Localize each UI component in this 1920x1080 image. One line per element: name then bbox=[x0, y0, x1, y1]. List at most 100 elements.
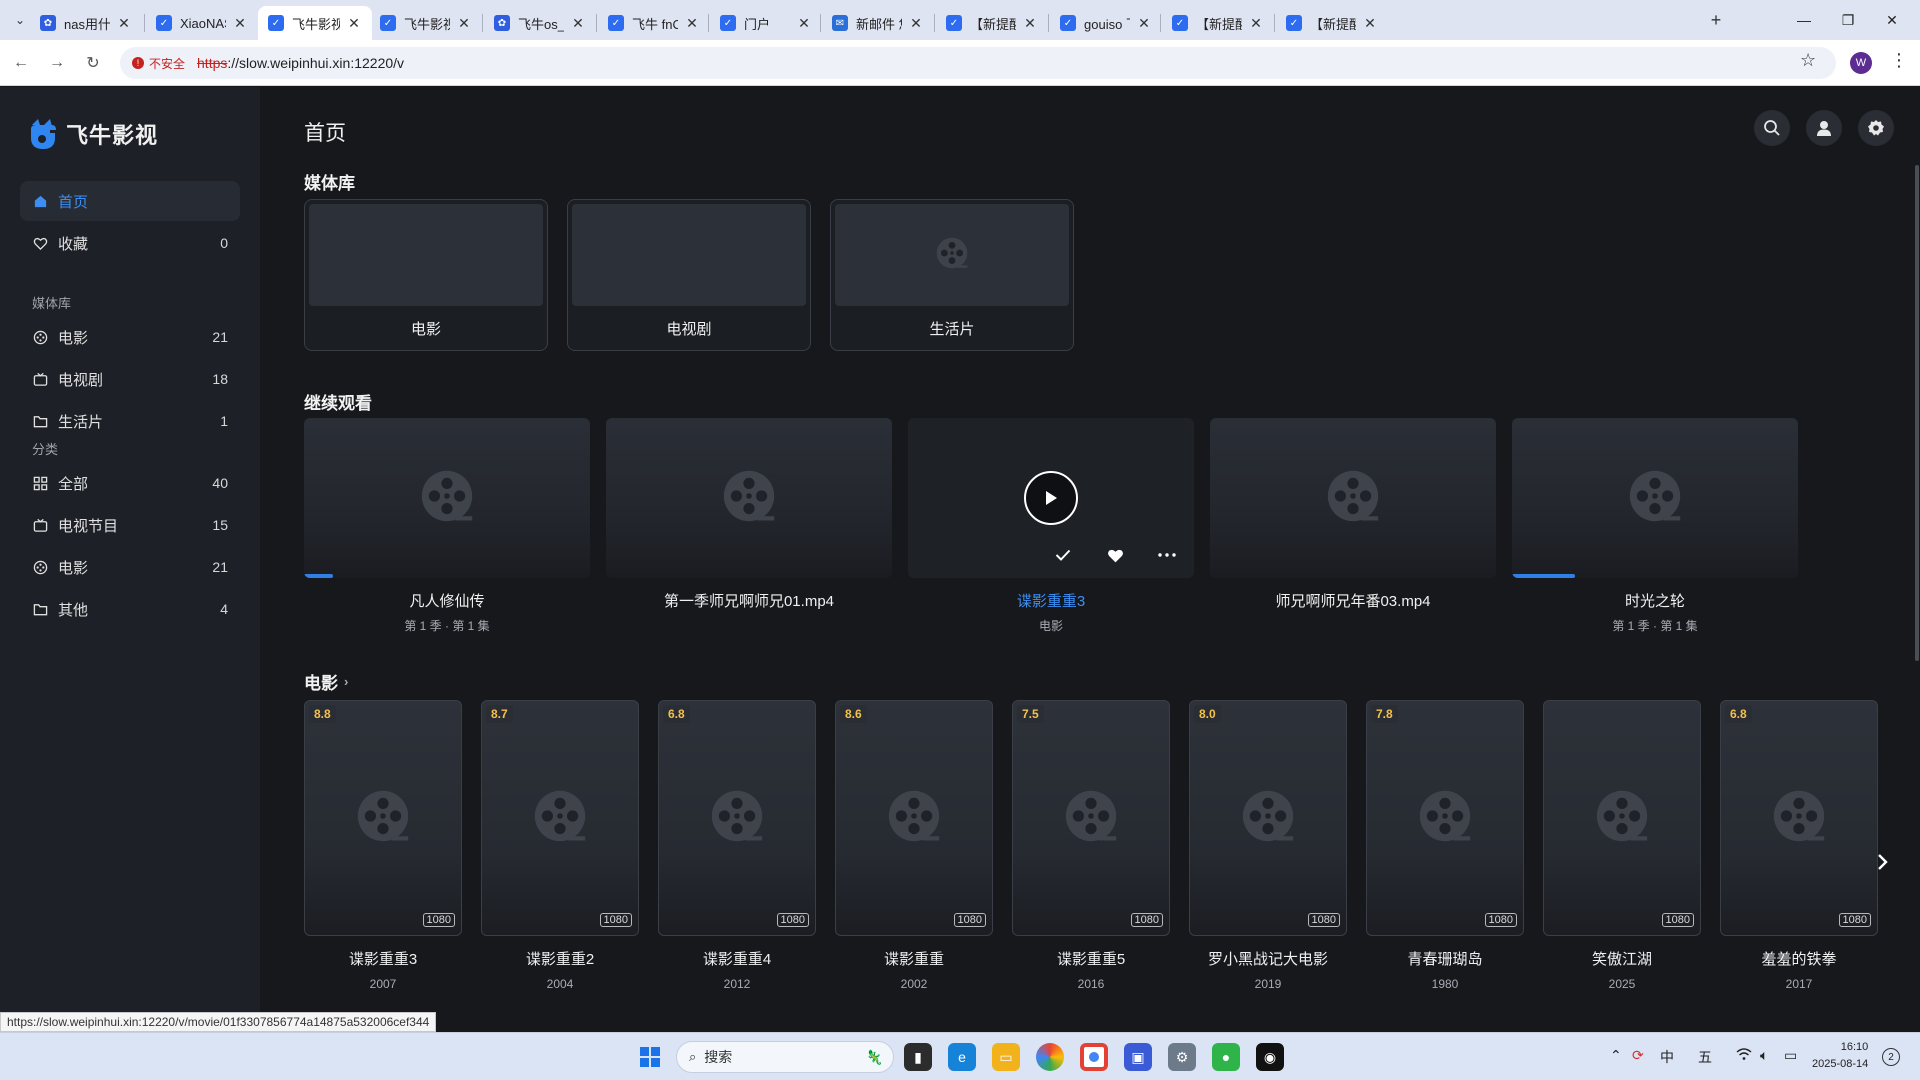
tab-close-icon[interactable]: ✕ bbox=[570, 15, 586, 32]
sidebar-item[interactable]: 电影 21 bbox=[20, 547, 240, 587]
search-button[interactable] bbox=[1754, 110, 1790, 146]
movie-card[interactable]: 8.6 1080 谍影重重 2002 bbox=[835, 700, 993, 991]
browser-tab[interactable]: ✓ 门户 ✕ bbox=[710, 6, 822, 40]
app-logo[interactable]: 飞牛影视 bbox=[28, 117, 158, 151]
movie-poster[interactable]: 1080 bbox=[1543, 700, 1701, 936]
video-thumbnail[interactable] bbox=[1210, 418, 1496, 578]
video-thumbnail[interactable] bbox=[304, 418, 590, 578]
tab-close-icon[interactable]: ✕ bbox=[1022, 15, 1038, 32]
browser-tab[interactable]: ✓ 【新提醒】 ✕ bbox=[1276, 6, 1388, 40]
forward-button[interactable]: → bbox=[44, 50, 70, 76]
video-thumbnail[interactable] bbox=[908, 418, 1194, 578]
close-window-button[interactable]: ✕ bbox=[1874, 8, 1910, 32]
video-title[interactable]: 谍影重重3 bbox=[908, 590, 1194, 611]
sidebar-item[interactable]: 收藏 0 bbox=[20, 223, 240, 263]
sidebar-item[interactable]: 生活片 1 bbox=[20, 401, 240, 441]
notification-badge[interactable]: 2 bbox=[1882, 1048, 1900, 1066]
settings-app-icon[interactable]: ⚙ bbox=[1168, 1043, 1196, 1071]
chrome-icon[interactable] bbox=[1080, 1043, 1108, 1071]
browser-tab[interactable]: ✉ 新邮件 您 ✕ bbox=[822, 6, 934, 40]
movie-poster[interactable]: 7.5 1080 bbox=[1012, 700, 1170, 936]
library-card[interactable]: 生活片 bbox=[830, 199, 1074, 351]
tab-search-button[interactable]: ⌄ bbox=[8, 8, 32, 32]
movie-poster[interactable]: 8.0 1080 bbox=[1189, 700, 1347, 936]
browser-menu-icon[interactable]: ⋮ bbox=[1890, 50, 1908, 71]
movies-section-title[interactable]: 电影 › bbox=[304, 669, 348, 694]
browser-tab[interactable]: ✓ 飞牛影视 ✕ bbox=[370, 6, 482, 40]
browser-tab[interactable]: ✿ 飞牛os_百度 ✕ bbox=[484, 6, 596, 40]
video-title[interactable]: 凡人修仙传 bbox=[304, 590, 590, 611]
movie-title[interactable]: 谍影重重4 bbox=[658, 948, 816, 969]
browser-tab[interactable]: ✓ 飞牛影视 ✕ bbox=[258, 6, 372, 40]
movie-poster[interactable]: 6.8 1080 bbox=[1720, 700, 1878, 936]
movie-card[interactable]: 8.7 1080 谍影重重2 2004 bbox=[481, 700, 639, 991]
browser-tab[interactable]: ✓ 飞牛 fnOS ✕ bbox=[598, 6, 710, 40]
movie-title[interactable]: 谍影重重3 bbox=[304, 948, 462, 969]
weekday-indicator[interactable]: 五 bbox=[1698, 1047, 1712, 1067]
user-button[interactable] bbox=[1806, 110, 1842, 146]
tab-close-icon[interactable]: ✕ bbox=[232, 15, 248, 32]
tray-overflow-icon[interactable]: ⌃ bbox=[1610, 1047, 1622, 1064]
system-clock[interactable]: 16:10 2025-08-14 bbox=[1812, 1039, 1868, 1073]
mark-watched-icon[interactable] bbox=[1054, 546, 1072, 564]
continue-watching-card[interactable]: 凡人修仙传第 1 季 · 第 1 集 bbox=[304, 418, 590, 634]
browser-tab[interactable]: ✓ gouiso 飞牛 ✕ bbox=[1050, 6, 1162, 40]
movie-poster[interactable]: 8.6 1080 bbox=[835, 700, 993, 936]
security-indicator[interactable]: ! 不安全 bbox=[132, 55, 185, 72]
movie-card[interactable]: 6.8 1080 谍影重重4 2012 bbox=[658, 700, 816, 991]
sidebar-item[interactable]: 电视剧 18 bbox=[20, 359, 240, 399]
sidebar-item[interactable]: 电影 21 bbox=[20, 317, 240, 357]
remote-desktop-icon[interactable]: ▣ bbox=[1124, 1043, 1152, 1071]
tab-close-icon[interactable]: ✕ bbox=[1136, 15, 1152, 32]
movie-title[interactable]: 笑傲江湖 bbox=[1543, 948, 1701, 969]
sidebar-item[interactable]: 首页 bbox=[20, 181, 240, 221]
more-options-icon[interactable] bbox=[1158, 546, 1176, 564]
tab-close-icon[interactable]: ✕ bbox=[456, 15, 472, 32]
video-title[interactable]: 师兄啊师兄年番03.mp4 bbox=[1210, 590, 1496, 611]
tab-close-icon[interactable]: ✕ bbox=[116, 15, 132, 32]
movie-title[interactable]: 谍影重重5 bbox=[1012, 948, 1170, 969]
play-button[interactable] bbox=[1024, 471, 1078, 525]
movie-title[interactable]: 谍影重重2 bbox=[481, 948, 639, 969]
profile-avatar[interactable]: W bbox=[1850, 52, 1872, 74]
sync-icon[interactable]: ⟳ bbox=[1632, 1047, 1644, 1064]
movie-card[interactable]: 8.0 1080 罗小黑战记大电影 2019 bbox=[1189, 700, 1347, 991]
task-view-icon[interactable]: ▮ bbox=[904, 1043, 932, 1071]
browser-tab[interactable]: ✓ 【新提醒】2 ✕ bbox=[936, 6, 1048, 40]
ime-indicator[interactable]: 中 bbox=[1660, 1047, 1674, 1067]
sidebar-item[interactable]: 电视节目 15 bbox=[20, 505, 240, 545]
video-thumbnail[interactable] bbox=[606, 418, 892, 578]
video-title[interactable]: 时光之轮 bbox=[1512, 590, 1798, 611]
movie-poster[interactable]: 6.8 1080 bbox=[658, 700, 816, 936]
tab-close-icon[interactable]: ✕ bbox=[796, 15, 812, 32]
tab-close-icon[interactable]: ✕ bbox=[908, 15, 924, 32]
tab-close-icon[interactable]: ✕ bbox=[684, 15, 700, 32]
movie-poster[interactable]: 8.8 1080 bbox=[304, 700, 462, 936]
qq-icon[interactable]: ◉ bbox=[1256, 1043, 1284, 1071]
movie-title[interactable]: 罗小黑战记大电影 bbox=[1189, 948, 1347, 969]
continue-watching-card[interactable]: 时光之轮第 1 季 · 第 1 集 bbox=[1512, 418, 1798, 634]
file-explorer-icon[interactable]: ▭ bbox=[992, 1043, 1020, 1071]
edge-icon[interactable]: e bbox=[948, 1043, 976, 1071]
movie-title[interactable]: 谍影重重 bbox=[835, 948, 993, 969]
settings-button[interactable] bbox=[1858, 110, 1894, 146]
sidebar-item[interactable]: 全部 40 bbox=[20, 463, 240, 503]
continue-watching-card[interactable]: 谍影重重3 电影 bbox=[908, 418, 1194, 634]
taskbar-search[interactable]: ⌕ 搜索 🦎 bbox=[676, 1041, 894, 1073]
movie-title[interactable]: 羞羞的铁拳 bbox=[1720, 948, 1878, 969]
address-bar[interactable]: ! 不安全 https://slow.weipinhui.xin:12220/v bbox=[120, 47, 1836, 79]
movie-card[interactable]: 7.8 1080 青春珊瑚岛 1980 bbox=[1366, 700, 1524, 991]
movie-card[interactable]: 6.8 1080 羞羞的铁拳 2017 bbox=[1720, 700, 1878, 991]
volume-icon[interactable]: 🔈︎ bbox=[1760, 1047, 1768, 1064]
movie-card[interactable]: 7.5 1080 谍影重重5 2016 bbox=[1012, 700, 1170, 991]
minimize-button[interactable]: — bbox=[1786, 8, 1822, 32]
back-button[interactable]: ← bbox=[8, 50, 34, 76]
battery-icon[interactable]: ▭ bbox=[1784, 1047, 1797, 1064]
video-thumbnail[interactable] bbox=[1512, 418, 1798, 578]
wifi-icon[interactable] bbox=[1736, 1047, 1752, 1064]
movie-card[interactable]: 8.8 1080 谍影重重3 2007 bbox=[304, 700, 462, 991]
continue-watching-card[interactable]: 第一季师兄啊师兄01.mp4 bbox=[606, 418, 892, 617]
start-button[interactable] bbox=[636, 1043, 664, 1071]
movie-poster[interactable]: 7.8 1080 bbox=[1366, 700, 1524, 936]
library-card[interactable]: 电影 bbox=[304, 199, 548, 351]
